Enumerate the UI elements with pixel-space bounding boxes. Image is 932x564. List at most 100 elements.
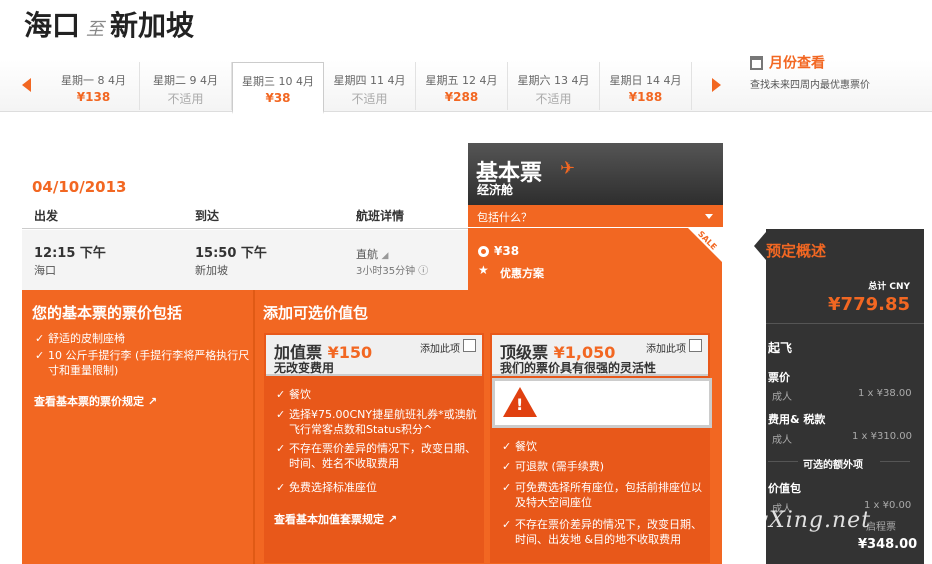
origin-city: 海口	[24, 9, 81, 42]
addon-plus-item: 餐饮	[276, 387, 479, 402]
flight-duration: 3小时35分钟 ⓘ	[356, 262, 428, 277]
calendar-icon	[750, 55, 763, 70]
route-to-word: 至	[86, 19, 105, 40]
total-label: 总计 CNY	[868, 282, 910, 292]
summary-divider	[766, 323, 924, 324]
flight-date: 04/10/2013	[32, 178, 127, 196]
summary-divider	[768, 461, 798, 462]
month-view-title: 月份查看	[769, 55, 825, 72]
watermark-text: eLvXing.net	[726, 508, 872, 533]
plane-icon: ✈	[560, 158, 576, 179]
info-icon[interactable]: ⓘ	[418, 266, 428, 277]
date-price: ¥38	[265, 91, 291, 105]
included-title: 您的基本票的票价包括	[32, 304, 183, 322]
date-label: 星期六 13 4月	[517, 74, 590, 87]
addon-plus-item: 选择¥75.00CNY捷星航班礼券*或澳航飞行常客点数和Status积分^	[276, 407, 479, 437]
chevron-down-icon	[705, 214, 713, 219]
date-price: ¥288	[444, 90, 479, 104]
addon-max-add-label: 添加此项	[646, 344, 686, 355]
addon-max-item: 可免费选择所有座位，包括前排座位以及特大空间座位	[502, 480, 710, 510]
addon-max-item: 餐饮	[502, 439, 710, 454]
summary-pack-label: 价值包	[768, 482, 801, 495]
col-arrive: 到达	[195, 209, 220, 223]
date-label: 星期五 12 4月	[425, 74, 498, 87]
summary-extras: 可选的额外项	[803, 460, 863, 471]
plus-fare-rules-link[interactable]: 查看基本加值套票规定 ↗	[274, 511, 397, 527]
addon-max-header: 顶级票 ¥1,050 我们的票价具有很强的灵活性 添加此项	[492, 335, 708, 376]
summary-tax-label: 费用& 税款	[768, 413, 826, 426]
header-divider	[22, 228, 468, 229]
addon-plus-price: ¥150	[327, 343, 373, 362]
duration-label: 3小时35分钟	[356, 266, 416, 277]
date-label: 星期四 11 4月	[333, 74, 406, 87]
addon-plus-sub: 无改变费用	[274, 361, 335, 375]
arrive-city: 新加坡	[195, 264, 228, 277]
date-label: 星期一 8 4月	[61, 74, 126, 87]
date-price: 不适用	[535, 92, 572, 106]
total-value: ¥779.85	[828, 294, 910, 315]
summary-subtotal: ¥348.00	[858, 537, 918, 552]
date-tab-fri[interactable]: 星期五 12 4月 ¥288	[416, 62, 508, 110]
basic-fare-rules-link[interactable]: 查看基本票的票价规定 ↗	[34, 393, 157, 409]
signal-icon: ◢	[381, 251, 389, 261]
fare-radio[interactable]	[478, 246, 489, 257]
fare-cabin: 经济舱	[477, 183, 514, 197]
panel-divider	[253, 290, 255, 564]
date-tab-sun[interactable]: 星期日 14 4月 ¥188	[600, 62, 692, 110]
prev-week-arrow-icon[interactable]	[22, 78, 31, 92]
date-price: ¥138	[76, 90, 111, 104]
summary-title: 预定概述	[766, 242, 827, 260]
date-price: 不适用	[351, 92, 388, 106]
next-week-arrow-icon[interactable]	[712, 78, 721, 92]
included-item: 舒适的皮制座椅	[35, 331, 248, 346]
addon-plus-add-label: 添加此项	[420, 344, 460, 355]
addon-plus-item: 免费选择标准座位	[276, 480, 479, 495]
summary-fare-value: 1 x ¥38.00	[858, 388, 912, 399]
fare-includes-label: 包括什么？	[477, 211, 532, 224]
addons-title: 添加可选价值包	[263, 304, 369, 322]
summary-fare-label: 票价	[768, 371, 790, 384]
summary-adult: 成人	[772, 392, 792, 403]
addon-plus-header: 加值票 ¥150 无改变费用 添加此项	[266, 335, 482, 376]
fare-select-cell[interactable]: ¥38 ★ 优惠方案 SALE	[468, 228, 722, 290]
fare-includes-dropdown[interactable]: 包括什么？	[468, 205, 723, 227]
summary-depart: 起飞	[768, 341, 793, 355]
star-icon: ★	[478, 263, 489, 277]
depart-city: 海口	[34, 264, 56, 277]
date-label: 星期二 9 4月	[153, 74, 218, 87]
addon-max-checkbox[interactable]	[689, 339, 702, 352]
col-depart: 出发	[34, 209, 59, 223]
date-tab-wed-selected[interactable]: 星期三 10 4月 ¥38	[232, 62, 324, 114]
flight-type-label: 直航	[356, 248, 378, 261]
fare-price: ¥38	[494, 244, 520, 258]
date-label: 星期日 14 4月	[609, 74, 682, 87]
warning-box	[492, 378, 712, 428]
arrive-time: 15:50 下午	[195, 246, 267, 261]
addon-plus-checkbox[interactable]	[463, 339, 476, 352]
date-tab-mon[interactable]: 星期一 8 4月 ¥138	[48, 62, 140, 110]
addon-max-item: 不存在票价差异的情况下，改变日期、时间、出发地 &目的地不收取费用	[502, 517, 710, 547]
addon-plus-item: 不存在票价差异的情况下，改变日期、时间、姓名不收取费用	[276, 441, 479, 471]
flight-type[interactable]: 直航 ◢	[356, 246, 388, 262]
included-item: 10 公斤手提行李 (手提行李将严格执行尺寸和重量限制)	[35, 348, 253, 378]
summary-divider	[880, 461, 910, 462]
depart-time: 12:15 下午	[34, 246, 106, 261]
date-price: ¥188	[628, 90, 663, 104]
addon-max-item: 可退款 (需手续费)	[502, 459, 710, 474]
route-title: 海口至新加坡	[24, 4, 194, 44]
summary-adult: 成人	[772, 435, 792, 446]
date-tab-tue[interactable]: 星期二 9 4月 不适用	[140, 62, 232, 110]
addon-max-sub: 我们的票价具有很强的灵活性	[500, 361, 657, 375]
col-flight-details: 航班详情	[356, 209, 405, 223]
summary-pack-value: 1 x ¥0.00	[864, 500, 912, 511]
date-tab-sat[interactable]: 星期六 13 4月 不适用	[508, 62, 600, 110]
warning-icon	[503, 387, 537, 417]
date-price: 不适用	[167, 92, 204, 106]
date-label: 星期三 10 4月	[242, 75, 314, 88]
month-view-subtitle: 查找未来四周内最优惠票价	[750, 79, 870, 91]
month-view-link[interactable]: 月份查看 查找未来四周内最优惠票价	[750, 52, 870, 91]
promo-label: 优惠方案	[500, 267, 544, 280]
summary-tab	[754, 232, 766, 260]
destination-city: 新加坡	[110, 9, 195, 42]
date-tab-thu[interactable]: 星期四 11 4月 不适用	[324, 62, 416, 110]
